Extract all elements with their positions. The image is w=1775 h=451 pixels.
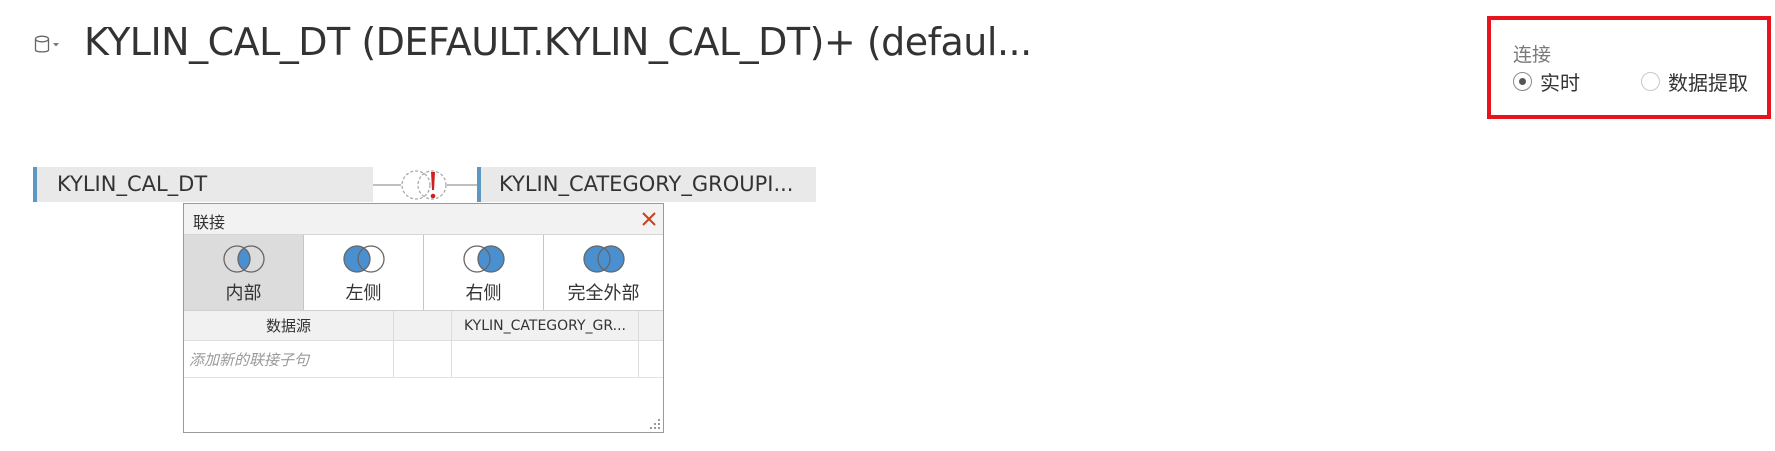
join-dialog: 联接 内部 左侧 右侧 完全外部 数据源 KYLIN_CATEGORY_GR..…: [183, 203, 664, 433]
inner-join-icon: [222, 245, 265, 273]
caret-down-icon: [53, 43, 59, 47]
radio-button-extract[interactable]: [1641, 72, 1660, 91]
join-type-inner[interactable]: 内部: [184, 235, 304, 310]
add-join-clause-placeholder[interactable]: 添加新的联接子句: [184, 341, 394, 377]
column-header-spacer: [639, 311, 663, 340]
join-type-left-label: 左侧: [345, 283, 382, 304]
clause-right-cell: [452, 341, 639, 377]
left-join-icon: [342, 245, 385, 273]
join-type-right[interactable]: 右侧: [424, 235, 544, 310]
connection-label: 连接: [1513, 44, 1552, 66]
join-type-selector: 内部 左侧 右侧 完全外部: [184, 235, 663, 311]
close-icon[interactable]: [639, 209, 659, 229]
column-header-right-table: KYLIN_CATEGORY_GR...: [452, 311, 639, 340]
join-clause-table: 数据源 KYLIN_CATEGORY_GR... 添加新的联接子句: [184, 311, 663, 378]
join-type-left[interactable]: 左侧: [304, 235, 424, 310]
database-icon: [34, 35, 50, 53]
right-join-icon: [462, 245, 505, 273]
join-type-full-outer[interactable]: 完全外部: [544, 235, 663, 310]
table-left[interactable]: KYLIN_CAL_DT: [33, 167, 373, 202]
join-dialog-header: 联接: [184, 204, 663, 235]
table-right-label: KYLIN_CATEGORY_GROUPI...: [499, 172, 794, 196]
page-title[interactable]: KYLIN_CAL_DT (DEFAULT.KYLIN_CAL_DT)+ (de…: [84, 20, 1032, 64]
column-header-operator: [394, 311, 452, 340]
radio-extract-label: 数据提取: [1668, 71, 1748, 95]
datasource-menu[interactable]: [34, 35, 60, 55]
radio-extract[interactable]: 数据提取: [1641, 67, 1748, 96]
join-type-inner-label: 内部: [225, 283, 262, 304]
clause-spacer-cell: [639, 341, 663, 377]
join-warning-icon[interactable]: [373, 166, 477, 204]
radio-button-live[interactable]: [1513, 72, 1532, 91]
join-clause-header: 数据源 KYLIN_CATEGORY_GR...: [184, 311, 663, 341]
radio-live[interactable]: 实时: [1513, 67, 1580, 96]
radio-live-label: 实时: [1540, 71, 1580, 95]
connection-panel: 连接 实时 数据提取: [1487, 16, 1771, 119]
table-left-label: KYLIN_CAL_DT: [57, 172, 208, 196]
resize-grip-icon[interactable]: [649, 418, 661, 430]
join-type-right-label: 右侧: [465, 283, 502, 304]
join-dialog-title: 联接: [193, 213, 226, 232]
clause-operator-cell: [394, 341, 452, 377]
full-outer-join-icon: [582, 245, 625, 273]
join-type-full-outer-label: 完全外部: [567, 283, 640, 304]
table-right[interactable]: KYLIN_CATEGORY_GROUPI...: [477, 167, 816, 202]
add-join-clause-row[interactable]: 添加新的联接子句: [184, 341, 663, 378]
column-header-datasource: 数据源: [184, 311, 394, 340]
